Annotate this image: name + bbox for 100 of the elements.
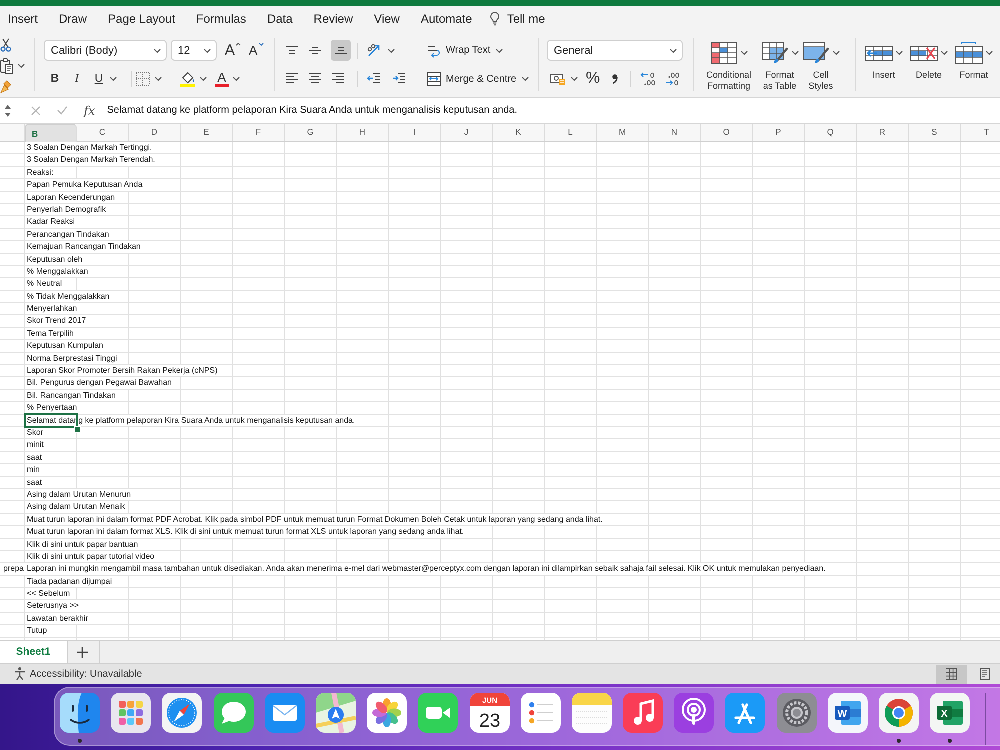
column-header[interactable]: T [961,124,1000,141]
number-format-dropdown[interactable]: General [547,40,683,61]
caret-icon[interactable] [18,64,25,68]
align-right-icon[interactable] [331,73,345,85]
column-header[interactable]: K [493,124,545,141]
column-header[interactable]: S [909,124,961,141]
speech-bubble-icon[interactable] [214,693,254,733]
italic-button[interactable]: I [71,72,83,86]
underline-button[interactable]: U [93,72,105,86]
increase-indent-icon[interactable] [392,73,406,85]
caret-icon[interactable] [496,48,503,52]
formula-input[interactable]: Selamat datang ke platform pelaporan Kira Suara Anda untuk menganalisis keputusan anda. [107,104,1000,118]
increase-decimal-icon[interactable] [640,72,656,86]
insert-cells-button[interactable]: Insert [864,42,904,80]
sheet-letter-icon[interactable]: X [930,693,970,733]
caret-icon[interactable] [155,77,162,81]
column-header[interactable]: D [129,124,181,141]
accessibility-icon[interactable] [13,667,27,681]
tell-me-button[interactable]: Tell me [507,12,546,26]
delete-cells-button[interactable]: Delete [909,42,949,80]
gear-icon[interactable] [776,693,817,733]
ribbon-tab[interactable]: Automate [420,12,472,26]
column-header[interactable]: L [545,124,597,141]
podcast-icon[interactable] [674,693,714,733]
align-left-icon[interactable] [285,73,299,85]
caret-icon[interactable] [792,51,798,55]
app-grid-icon[interactable] [111,693,152,733]
column-header[interactable]: N [649,124,701,141]
map-icon[interactable] [316,693,356,733]
caret-icon[interactable] [670,48,677,52]
sheet-tab[interactable]: Sheet1 [0,641,68,663]
caret-icon[interactable] [941,51,948,55]
ribbon-tab[interactable]: Draw [59,12,88,26]
compass-icon[interactable] [162,693,202,733]
caret-icon[interactable] [832,51,840,55]
check-icon[interactable] [57,106,68,115]
caret-icon[interactable] [522,77,529,81]
caret-icon[interactable] [154,48,161,52]
column-header[interactable]: Q [805,124,857,141]
ribbon-tab[interactable]: Review [314,12,354,26]
notepad-icon[interactable] [572,693,612,733]
border-grid-icon[interactable] [136,72,150,86]
banknote-coin-icon[interactable] [550,72,566,86]
column-header[interactable]: R [857,124,909,141]
caret-icon[interactable] [740,51,748,55]
column-header[interactable]: C [77,124,129,141]
caret-icon[interactable] [388,48,395,52]
ribbon-tab[interactable]: View [374,12,400,26]
stepper-icon[interactable] [4,104,12,118]
ribbon-tab[interactable]: Data [267,12,293,26]
column-header[interactable]: P [753,124,805,141]
cell-styles-button[interactable]: Cell Styles [804,42,838,91]
plus-icon[interactable] [77,646,88,658]
format-as-table-button[interactable]: Format as Table [760,42,800,91]
column-header[interactable]: O [701,124,753,141]
conditional-formatting-button[interactable]: Conditional Formatting [702,42,756,91]
lightbulb-icon[interactable] [490,12,500,26]
document-letter-icon[interactable]: W [828,693,868,733]
caret-icon[interactable] [896,51,903,55]
column-header[interactable]: J [441,124,493,141]
checklist-icon[interactable] [520,693,561,733]
column-header[interactable]: G [285,124,337,141]
caret-icon[interactable] [571,77,578,81]
wrap-text-button[interactable]: Wrap Text [427,40,529,61]
comma-style-icon[interactable] [612,74,618,84]
decrease-decimal-icon[interactable] [664,72,680,86]
a-shape-icon[interactable] [725,693,766,733]
ribbon-tab[interactable]: Formulas [196,12,246,26]
font-name-dropdown[interactable]: Calibri (Body) [44,40,167,61]
shrink-font-button[interactable]: A [249,42,264,58]
column-header[interactable]: H [337,124,389,141]
percent-style-button[interactable]: % [586,71,600,87]
column-header[interactable]: I [389,124,441,141]
caret-icon[interactable] [110,77,117,81]
music-note-icon[interactable] [623,693,664,733]
paintbrush-icon[interactable] [0,80,12,94]
normal-view-icon[interactable] [936,664,967,684]
format-cells-button[interactable]: Format [954,42,994,80]
ribbon-tab[interactable]: Page Layout [108,12,176,26]
insert-function-button[interactable]: fx [84,104,96,118]
column-header[interactable]: E [181,124,233,141]
caret-icon[interactable] [986,51,993,55]
circle-segments-icon[interactable] [879,693,919,733]
smiling-face-icon[interactable] [60,693,100,733]
paint-bucket-icon[interactable] [180,71,196,87]
column-header[interactable]: F [233,124,285,141]
align-center-icon[interactable] [308,73,322,85]
ribbon-tab[interactable]: Insert [8,12,38,26]
caret-icon[interactable] [200,77,207,81]
decrease-indent-icon[interactable] [367,73,381,85]
caret-icon[interactable] [204,48,211,52]
font-color-button[interactable]: A [215,71,229,87]
merge-centre-button[interactable]: Merge & Centre [427,70,529,88]
align-bottom-icon[interactable] [331,40,351,61]
font-size-dropdown[interactable]: 12 [171,40,217,61]
align-top-icon[interactable] [285,46,299,56]
align-middle-icon[interactable] [308,46,322,56]
caret-icon[interactable] [233,77,240,81]
video-camera-icon[interactable] [418,693,458,733]
scissors-icon[interactable] [0,38,12,52]
